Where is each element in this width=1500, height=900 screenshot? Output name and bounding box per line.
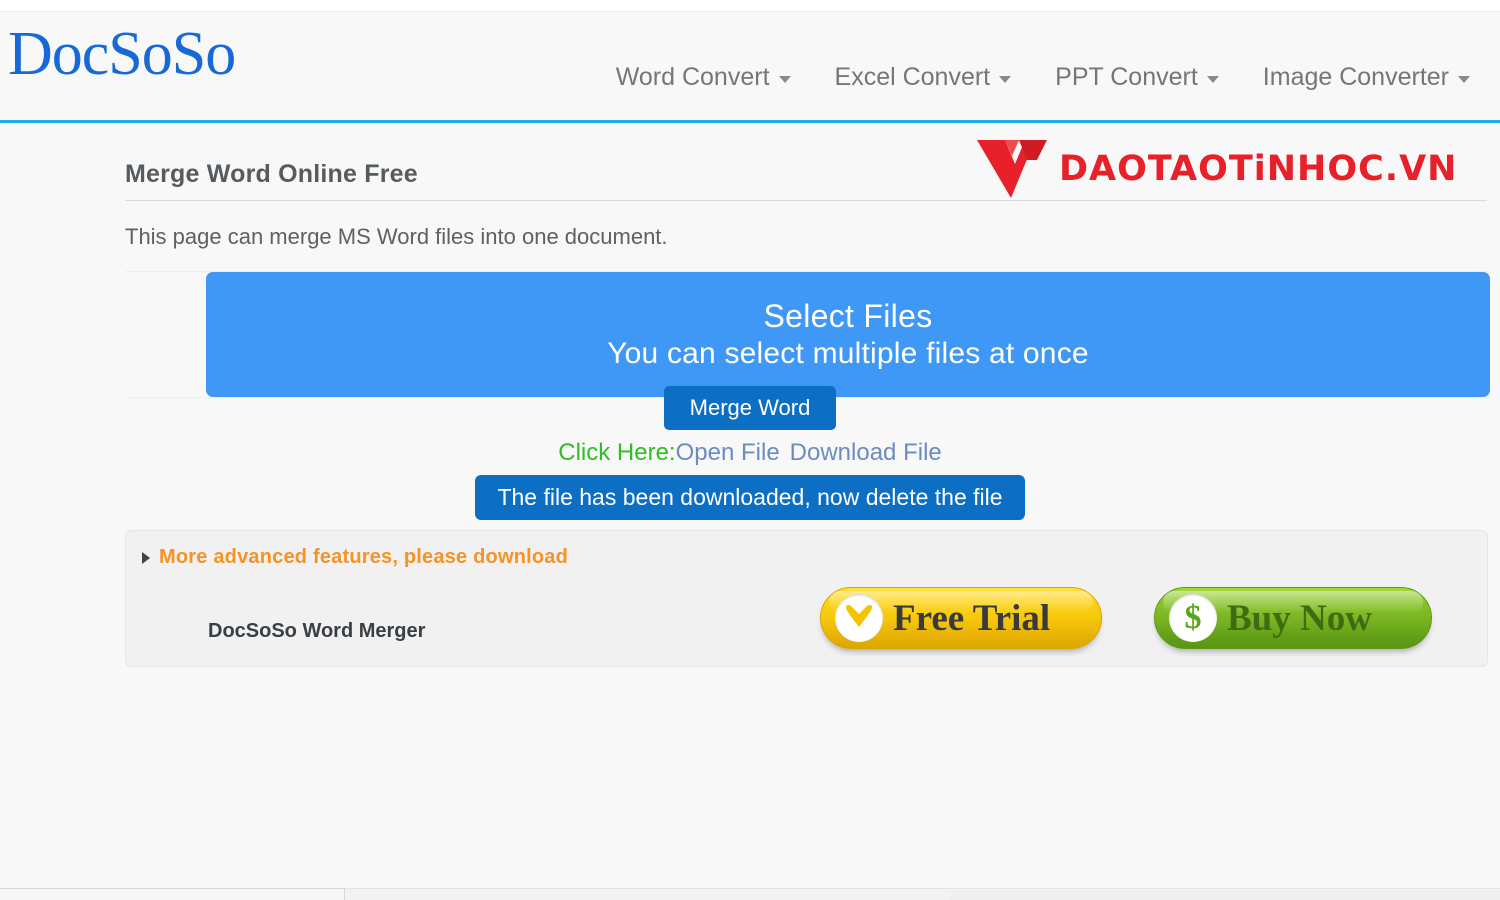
action-area: Merge Word Click Here:Open File Download … (0, 386, 1500, 520)
promo-cta-group: Free Trial $ Buy Now (820, 587, 1432, 649)
select-files-button[interactable]: Select Files You can select multiple fil… (206, 272, 1490, 397)
delete-file-status-button[interactable]: The file has been downloaded, now delete… (475, 475, 1024, 519)
select-files-subtitle: You can select multiple files at once (607, 337, 1089, 371)
site-logo[interactable]: DocSoSo (8, 23, 235, 85)
nav-item-label: Image Converter (1263, 63, 1449, 92)
os-taskbar (0, 888, 1500, 900)
select-files-title: Select Files (764, 298, 933, 335)
triangle-right-icon (142, 552, 150, 564)
merge-word-button[interactable]: Merge Word (664, 386, 837, 430)
file-select-row: Select Files You can select multiple fil… (125, 271, 1490, 398)
promo-expand-toggle[interactable]: More advanced features, please download (142, 546, 568, 569)
watermark-overlay: DAOTAOTiNHOC.VN (975, 138, 1457, 200)
taskbar-tray-area (950, 891, 1500, 900)
heart-down-icon (835, 594, 883, 642)
page-root: DocSoSo Word Convert Excel Convert PPT C… (0, 0, 1500, 900)
chevron-down-icon (1458, 76, 1470, 83)
promo-heading: More advanced features, please download (159, 546, 568, 569)
dollar-glyph: $ (1185, 601, 1202, 635)
nav-item-label: Excel Convert (835, 63, 991, 92)
click-here-label: Click Here: (558, 439, 675, 466)
taskbar-window-tile[interactable] (0, 888, 345, 900)
nav-item-ppt-convert[interactable]: PPT Convert (1033, 63, 1241, 92)
download-file-link[interactable]: Download File (790, 439, 942, 466)
chevron-down-icon (779, 76, 791, 83)
title-divider (125, 200, 1487, 201)
buy-now-label: Buy Now (1227, 597, 1372, 640)
promo-panel: More advanced features, please download … (125, 530, 1488, 667)
nav-item-image-converter[interactable]: Image Converter (1241, 63, 1492, 92)
watermark-text: DAOTAOTiNHOC.VN (1059, 149, 1457, 189)
nav-item-word-convert[interactable]: Word Convert (594, 63, 813, 92)
nav-item-label: Word Convert (616, 63, 770, 92)
heart-down-glyph (842, 603, 876, 633)
page-description: This page can merge MS Word files into o… (125, 224, 668, 250)
site-header: DocSoSo Word Convert Excel Convert PPT C… (0, 13, 1500, 123)
result-links: Click Here:Open File Download File (558, 439, 942, 467)
page-title: Merge Word Online Free (125, 160, 418, 189)
buy-now-button[interactable]: $ Buy Now (1154, 587, 1432, 649)
free-trial-label: Free Trial (893, 597, 1050, 640)
free-trial-button[interactable]: Free Trial (820, 587, 1102, 649)
browser-top-strip (0, 0, 1500, 12)
chevron-down-icon (999, 76, 1011, 83)
nav-item-label: PPT Convert (1055, 63, 1198, 92)
main-navigation: Word Convert Excel Convert PPT Convert I… (594, 63, 1492, 92)
open-file-link[interactable]: Open File (676, 439, 780, 466)
nav-item-excel-convert[interactable]: Excel Convert (813, 63, 1034, 92)
dollar-icon: $ (1169, 594, 1217, 642)
chevron-down-icon (1207, 76, 1219, 83)
daotaotinhoc-logo-icon (975, 138, 1049, 200)
promo-product-name: DocSoSo Word Merger (208, 620, 425, 643)
